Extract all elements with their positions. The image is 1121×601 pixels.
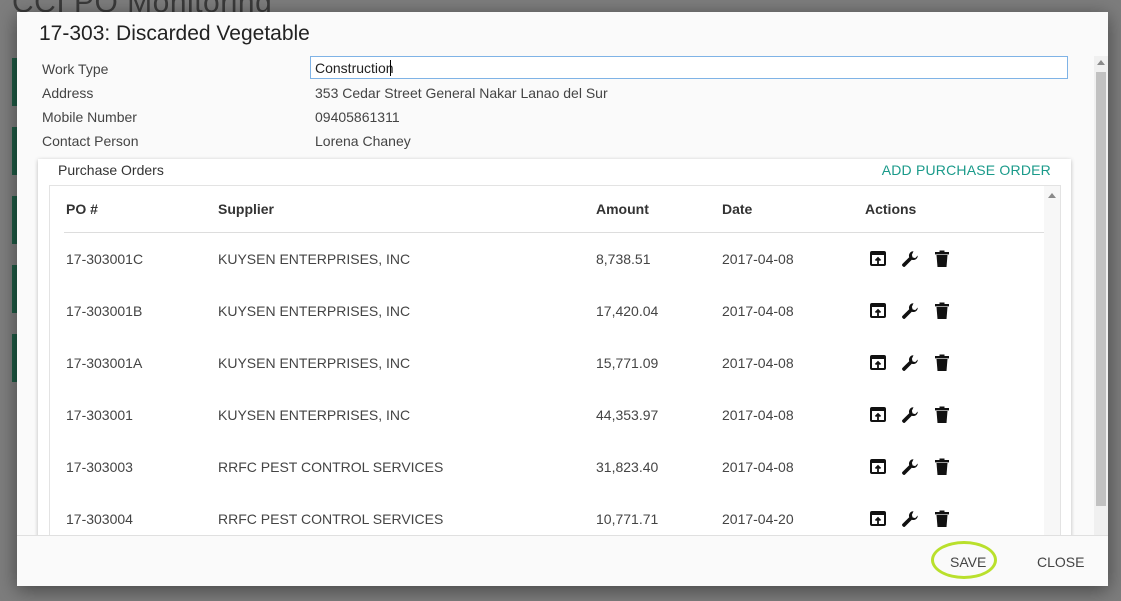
wrench-icon[interactable] — [899, 508, 921, 530]
table-row: 17-303001A KUYSEN ENTERPRISES, INC 15,771.… — [64, 337, 1045, 389]
wrench-icon[interactable] — [899, 352, 921, 374]
contact-person-label: Contact Person — [42, 133, 139, 149]
po-cell: 17-303001A — [66, 355, 143, 371]
upload-icon[interactable] — [867, 352, 889, 374]
upload-icon[interactable] — [867, 248, 889, 270]
save-button[interactable]: SAVE — [950, 554, 986, 570]
amount-cell: 8,738.51 — [596, 251, 651, 267]
po-cell: 17-303001C — [66, 251, 144, 267]
column-header-amount: Amount — [596, 186, 722, 233]
text-caret — [390, 60, 391, 76]
actions-cell — [865, 441, 1045, 493]
wrench-icon[interactable] — [899, 404, 921, 426]
supplier-cell: KUYSEN ENTERPRISES, INC — [218, 407, 411, 423]
column-header-actions: Actions — [865, 186, 1045, 233]
purchase-orders-card: Purchase Orders ADD PURCHASE ORDER PO # … — [38, 159, 1071, 549]
table-row: 17-303003 RRFC PEST CONTROL SERVICES 31,82… — [64, 441, 1045, 493]
add-purchase-order-button[interactable]: ADD PURCHASE ORDER — [882, 162, 1051, 178]
upload-icon[interactable] — [867, 456, 889, 478]
purchase-orders-table-container: PO # Supplier Amount Date Actions 17-303… — [49, 185, 1061, 549]
amount-cell: 15,771.09 — [596, 355, 659, 371]
po-modal: 17-303: Discarded Vegetable Work Type Ad… — [17, 12, 1108, 586]
modal-footer: SAVE CLOSE — [17, 535, 1108, 586]
table-header-row: PO # Supplier Amount Date Actions — [64, 186, 1045, 233]
supplier-cell: KUYSEN ENTERPRISES, INC — [218, 303, 411, 319]
supplier-cell: KUYSEN ENTERPRISES, INC — [218, 251, 411, 267]
wrench-icon[interactable] — [899, 456, 921, 478]
close-button[interactable]: CLOSE — [1037, 554, 1084, 570]
purchase-orders-table: PO # Supplier Amount Date Actions 17-303… — [64, 186, 1045, 545]
trash-icon[interactable] — [931, 248, 953, 270]
actions-cell — [865, 389, 1045, 441]
purchase-orders-heading: Purchase Orders — [58, 162, 164, 178]
date-cell: 2017-04-08 — [722, 407, 794, 423]
mobile-number-value: 09405861311 — [315, 109, 400, 125]
amount-cell: 17,420.04 — [596, 303, 659, 319]
modal-scrollbar[interactable] — [1094, 56, 1108, 536]
wrench-icon[interactable] — [899, 248, 921, 270]
wrench-icon[interactable] — [899, 300, 921, 322]
trash-icon[interactable] — [931, 404, 953, 426]
table-scrollbar[interactable] — [1044, 186, 1060, 548]
po-cell: 17-303001 — [66, 407, 133, 423]
address-label: Address — [42, 85, 94, 101]
date-cell: 2017-04-08 — [722, 355, 794, 371]
contact-person-value: Lorena Chaney — [315, 133, 411, 149]
actions-cell — [865, 285, 1045, 337]
table-row: 17-303001 KUYSEN ENTERPRISES, INC 44,353.9… — [64, 389, 1045, 441]
scroll-up-arrow-icon[interactable] — [1097, 60, 1105, 65]
work-type-input[interactable] — [310, 56, 1068, 79]
supplier-cell: KUYSEN ENTERPRISES, INC — [218, 355, 411, 371]
actions-cell — [865, 233, 1045, 286]
date-cell: 2017-04-08 — [722, 303, 794, 319]
address-value: 353 Cedar Street General Nakar Lanao del… — [315, 85, 608, 101]
table-scroll-up-arrow-icon[interactable] — [1048, 193, 1056, 198]
table-row: 17-303001C KUYSEN ENTERPRISES, INC 8,738.5… — [64, 233, 1045, 286]
modal-scrollbar-thumb[interactable] — [1096, 72, 1106, 506]
column-header-po: PO # — [64, 186, 218, 233]
trash-icon[interactable] — [931, 508, 953, 530]
actions-cell — [865, 337, 1045, 389]
column-header-supplier: Supplier — [218, 186, 596, 233]
trash-icon[interactable] — [931, 352, 953, 374]
upload-icon[interactable] — [867, 300, 889, 322]
upload-icon[interactable] — [867, 404, 889, 426]
amount-cell: 44,353.97 — [596, 407, 659, 423]
table-row: 17-303001B KUYSEN ENTERPRISES, INC 17,420.… — [64, 285, 1045, 337]
mobile-number-label: Mobile Number — [42, 109, 137, 125]
work-type-label: Work Type — [42, 61, 109, 77]
trash-icon[interactable] — [931, 300, 953, 322]
po-cell: 17-303003 — [66, 459, 133, 475]
date-cell: 2017-04-08 — [722, 251, 794, 267]
modal-title: 17-303: Discarded Vegetable — [39, 22, 310, 45]
trash-icon[interactable] — [931, 456, 953, 478]
upload-icon[interactable] — [867, 508, 889, 530]
column-header-date: Date — [722, 186, 865, 233]
amount-cell: 31,823.40 — [596, 459, 659, 475]
date-cell: 2017-04-08 — [722, 459, 794, 475]
supplier-cell: RRFC PEST CONTROL SERVICES — [218, 459, 444, 475]
po-cell: 17-303001B — [66, 303, 143, 319]
